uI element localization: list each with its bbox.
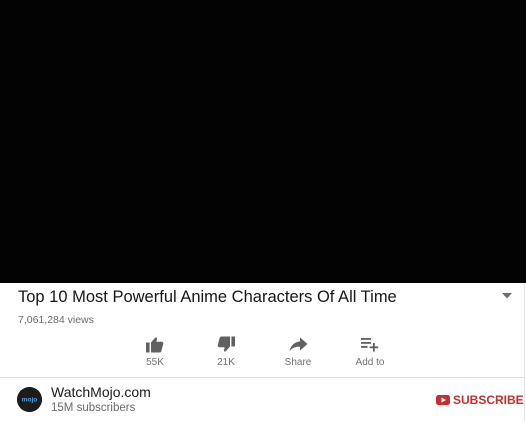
add-to-playlist-button[interactable]: Add to — [340, 334, 400, 370]
playlist-add-icon — [360, 334, 380, 354]
share-label: Share — [284, 357, 312, 368]
channel-name[interactable]: WatchMojo.com — [51, 384, 151, 401]
expand-description-button[interactable] — [499, 289, 515, 303]
watchmojo-logo: mojo — [17, 387, 42, 412]
subscriber-count: 15M subscribers — [51, 402, 136, 414]
video-player[interactable] — [0, 0, 526, 283]
right-edge-divider — [524, 283, 525, 421]
thumbs-down-icon — [216, 334, 236, 354]
share-button[interactable]: Share — [268, 334, 328, 370]
chevron-down-icon — [502, 293, 512, 299]
subscribe-button[interactable]: SUBSCRIBE — [436, 391, 524, 409]
share-icon — [288, 334, 308, 354]
subscribe-label: SUBSCRIBE — [453, 393, 524, 407]
video-title: Top 10 Most Powerful Anime Characters Of… — [18, 288, 397, 306]
thumbs-up-icon — [145, 334, 165, 354]
like-count: 55K — [146, 357, 164, 368]
youtube-icon — [436, 395, 450, 405]
like-button[interactable]: 55K — [125, 334, 185, 370]
dislike-count: 21K — [217, 357, 235, 368]
channel-avatar[interactable]: mojo — [17, 387, 42, 412]
section-divider — [0, 377, 525, 378]
video-watch-page: Top 10 Most Powerful Anime Characters Of… — [0, 0, 526, 421]
add-to-label: Add to — [355, 357, 385, 368]
svg-text:mojo: mojo — [22, 397, 38, 404]
dislike-button[interactable]: 21K — [196, 334, 256, 370]
view-count: 7,061,284 views — [18, 314, 94, 326]
